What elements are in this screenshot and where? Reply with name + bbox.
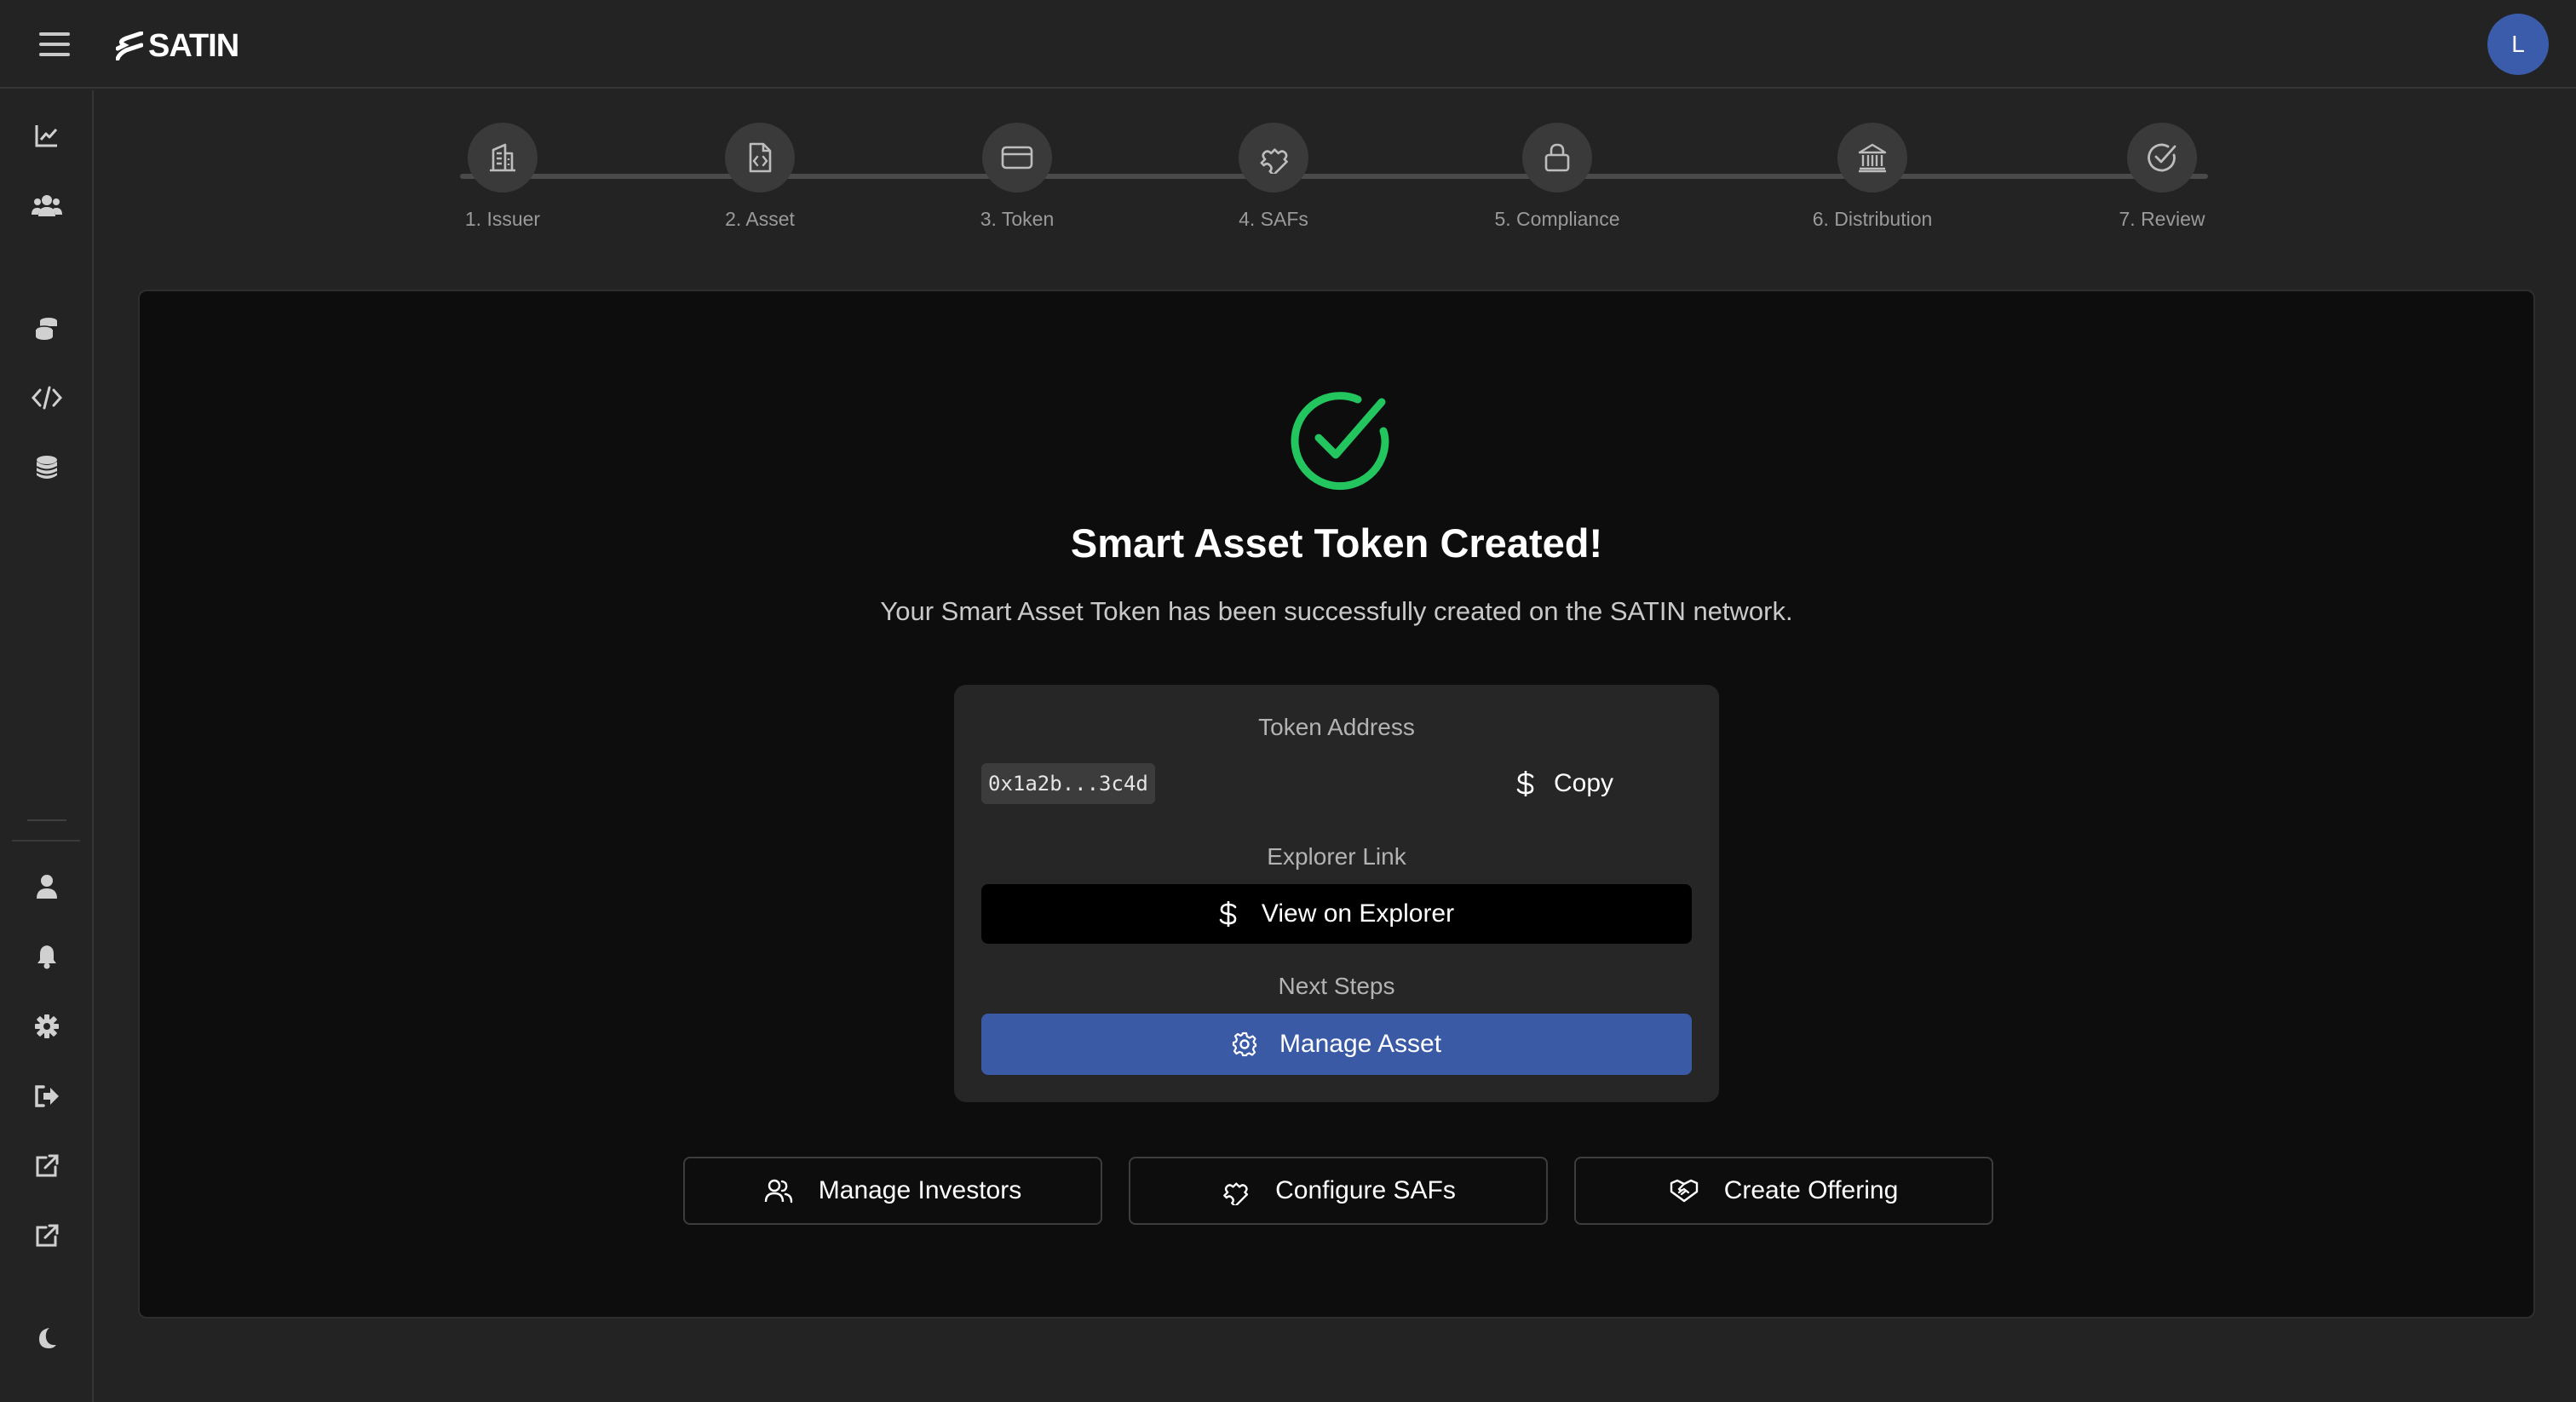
building-icon bbox=[490, 143, 515, 172]
token-info-panel: Token Address 0x1a2b...3c4d Copy Explore… bbox=[954, 685, 1719, 1102]
step-compliance[interactable]: 5. Compliance bbox=[1472, 123, 1642, 231]
step-asset[interactable]: 2. Asset bbox=[675, 123, 845, 231]
gear-icon bbox=[1232, 1031, 1257, 1057]
analytics-icon[interactable] bbox=[26, 114, 68, 157]
step-safs[interactable]: 4. SAFs bbox=[1188, 123, 1359, 231]
success-title: Smart Asset Token Created! bbox=[1070, 520, 1603, 566]
view-on-explorer-label: View on Explorer bbox=[1261, 899, 1455, 928]
step-review[interactable]: 7. Review bbox=[2077, 123, 2247, 231]
logo[interactable]: SATIN bbox=[116, 26, 239, 66]
step-label: 2. Asset bbox=[725, 208, 795, 230]
token-address-label: Token Address bbox=[1258, 714, 1415, 740]
step-label: 1. Issuer bbox=[464, 208, 541, 230]
step-circle bbox=[1522, 123, 1592, 192]
gear-icon[interactable] bbox=[26, 1005, 68, 1048]
file-code-icon bbox=[749, 142, 772, 173]
step-circle bbox=[1837, 123, 1907, 192]
view-on-explorer-button[interactable]: View on Explorer bbox=[981, 884, 1692, 944]
dollar-icon bbox=[1219, 901, 1237, 927]
configure-safs-button[interactable]: Configure SAFs bbox=[1129, 1157, 1548, 1225]
logo-text: SATIN bbox=[148, 27, 239, 64]
logout-icon[interactable] bbox=[26, 1075, 68, 1118]
lock-icon bbox=[1544, 143, 1570, 172]
logo-mark-icon bbox=[116, 32, 143, 60]
manage-asset-button[interactable]: Manage Asset bbox=[981, 1014, 1692, 1075]
configure-safs-label: Configure SAFs bbox=[1275, 1176, 1456, 1204]
sidebar-divider bbox=[12, 840, 80, 842]
create-offering-label: Create Offering bbox=[1723, 1176, 1899, 1204]
avatar[interactable]: L bbox=[2487, 14, 2549, 75]
step-issuer[interactable]: 1. Issuer bbox=[417, 123, 588, 231]
step-circle bbox=[468, 123, 538, 192]
progress-stepper: 1. Issuer 2. Asset 3. Token 4. SAFs 5. C… bbox=[460, 123, 2208, 242]
bank-icon bbox=[1858, 143, 1887, 173]
manage-asset-label: Manage Asset bbox=[1279, 1030, 1442, 1058]
dollar-icon bbox=[1516, 771, 1534, 796]
step-label: 6. Distribution bbox=[1812, 208, 1933, 230]
step-distribution[interactable]: 6. Distribution bbox=[1787, 123, 1958, 231]
card-icon bbox=[1001, 146, 1033, 170]
moon-icon[interactable] bbox=[26, 1317, 68, 1359]
token-address-value[interactable]: 0x1a2b...3c4d bbox=[981, 763, 1155, 804]
copy-label: Copy bbox=[1554, 769, 1614, 797]
users-icon[interactable] bbox=[26, 184, 68, 227]
explorer-link-label: Explorer Link bbox=[1267, 843, 1406, 870]
step-circle bbox=[1239, 123, 1308, 192]
external-link-icon-2[interactable] bbox=[26, 1215, 68, 1257]
create-offering-button[interactable]: Create Offering bbox=[1574, 1157, 1993, 1225]
copy-button[interactable]: Copy bbox=[1516, 761, 1687, 806]
step-circle bbox=[982, 123, 1052, 192]
handshake-icon bbox=[1670, 1179, 1698, 1203]
database-icon[interactable] bbox=[26, 446, 68, 489]
success-card: Smart Asset Token Created! Your Smart As… bbox=[138, 290, 2535, 1319]
sidebar-divider bbox=[27, 819, 66, 821]
step-label: 5. Compliance bbox=[1494, 208, 1620, 230]
check-circle-icon bbox=[2148, 143, 2176, 172]
manage-investors-label: Manage Investors bbox=[818, 1176, 1022, 1204]
bell-icon[interactable] bbox=[26, 935, 68, 978]
puzzle-icon bbox=[1260, 148, 1288, 174]
top-bar: SATIN L bbox=[0, 0, 2576, 89]
hamburger-menu-icon[interactable] bbox=[34, 27, 75, 61]
step-label: 7. Review bbox=[2119, 208, 2205, 230]
success-check-icon bbox=[1291, 392, 1389, 491]
step-circle bbox=[725, 123, 795, 192]
puzzle-icon bbox=[1223, 1182, 1249, 1205]
external-link-icon[interactable] bbox=[26, 1145, 68, 1187]
sidebar bbox=[0, 90, 94, 1402]
step-circle bbox=[2127, 123, 2197, 192]
users-icon bbox=[764, 1179, 792, 1204]
step-token[interactable]: 3. Token bbox=[932, 123, 1102, 231]
success-subtitle: Your Smart Asset Token has been successf… bbox=[880, 596, 1793, 626]
manage-investors-button[interactable]: Manage Investors bbox=[683, 1157, 1102, 1225]
step-label: 4. SAFs bbox=[1239, 208, 1308, 230]
step-label: 3. Token bbox=[980, 208, 1055, 230]
code-icon[interactable] bbox=[26, 376, 68, 419]
next-steps-label: Next Steps bbox=[1278, 973, 1395, 999]
profile-icon[interactable] bbox=[26, 865, 68, 908]
avatar-initial: L bbox=[2511, 31, 2525, 57]
coins-icon[interactable] bbox=[26, 307, 68, 349]
